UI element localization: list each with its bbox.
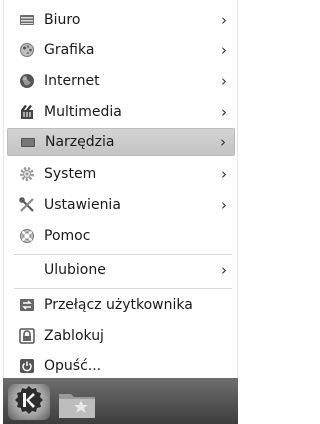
application-launcher-button[interactable] xyxy=(8,384,50,420)
menu-item-zablokuj[interactable]: Zablokuj xyxy=(7,322,235,350)
menu-item-label: Pomoc xyxy=(44,228,91,244)
settings-tools-icon xyxy=(19,197,35,213)
menu-item-label: System xyxy=(44,166,97,182)
switch-user-icon xyxy=(19,297,35,313)
office-icon xyxy=(19,12,35,28)
submenu-arrow-icon: › xyxy=(221,72,227,90)
menu-item-internet[interactable]: Internet › xyxy=(7,67,235,95)
submenu-arrow-icon: › xyxy=(221,261,227,279)
menu-item-grafika[interactable]: Grafika › xyxy=(7,36,235,64)
menu-item-label: Ulubione xyxy=(44,262,106,278)
menu-item-opusc[interactable]: Opuść... xyxy=(7,352,235,380)
menu-item-label: Opuść... xyxy=(44,358,102,374)
menu-item-pomoc[interactable]: Pomoc xyxy=(7,222,235,250)
utilities-icon xyxy=(20,134,36,150)
menu-separator xyxy=(14,288,232,289)
menu-item-biuro[interactable]: Biuro › xyxy=(7,6,235,34)
submenu-arrow-icon: › xyxy=(221,196,227,214)
lock-screen-icon xyxy=(19,328,35,344)
submenu-arrow-icon: › xyxy=(221,11,227,29)
menu-item-label: Biuro xyxy=(44,12,81,28)
menu-item-system[interactable]: System › xyxy=(7,160,235,188)
submenu-arrow-icon: › xyxy=(221,165,227,183)
menu-item-label: Przełącz użytkownika xyxy=(44,297,193,313)
taskbar xyxy=(3,378,238,424)
menu-item-label: Multimedia xyxy=(44,104,122,120)
menu-item-label: Grafika xyxy=(44,42,95,58)
menu-item-ulubione[interactable]: Ulubione › xyxy=(7,256,235,284)
graphics-icon xyxy=(19,42,35,58)
menu-item-label: Ustawienia xyxy=(44,197,121,213)
multimedia-icon xyxy=(19,104,35,120)
menu-item-label: Zablokuj xyxy=(44,328,104,344)
menu-item-multimedia[interactable]: Multimedia › xyxy=(7,98,235,126)
menu-item-przelacz-uzytkownika[interactable]: Przełącz użytkownika xyxy=(7,291,235,319)
menu-separator xyxy=(14,254,232,255)
menu-item-narzedzia[interactable]: Narzędzia › xyxy=(7,128,235,156)
kde-logo-icon xyxy=(14,385,44,419)
application-menu: Biuro › Grafika › Internet › Multimedia … xyxy=(3,0,238,378)
submenu-arrow-icon: › xyxy=(221,103,227,121)
help-lifebuoy-icon xyxy=(19,228,35,244)
submenu-arrow-icon: › xyxy=(221,41,227,59)
internet-globe-icon xyxy=(19,73,35,89)
favorites-folder-icon xyxy=(59,394,95,418)
favorites-folder-button[interactable] xyxy=(57,386,97,420)
menu-item-ustawienia[interactable]: Ustawienia › xyxy=(7,191,235,219)
submenu-arrow-icon: › xyxy=(220,133,226,151)
menu-item-label: Internet xyxy=(44,73,100,89)
system-gear-icon xyxy=(19,166,35,182)
logout-power-icon xyxy=(19,358,35,374)
menu-item-label: Narzędzia xyxy=(45,134,115,150)
